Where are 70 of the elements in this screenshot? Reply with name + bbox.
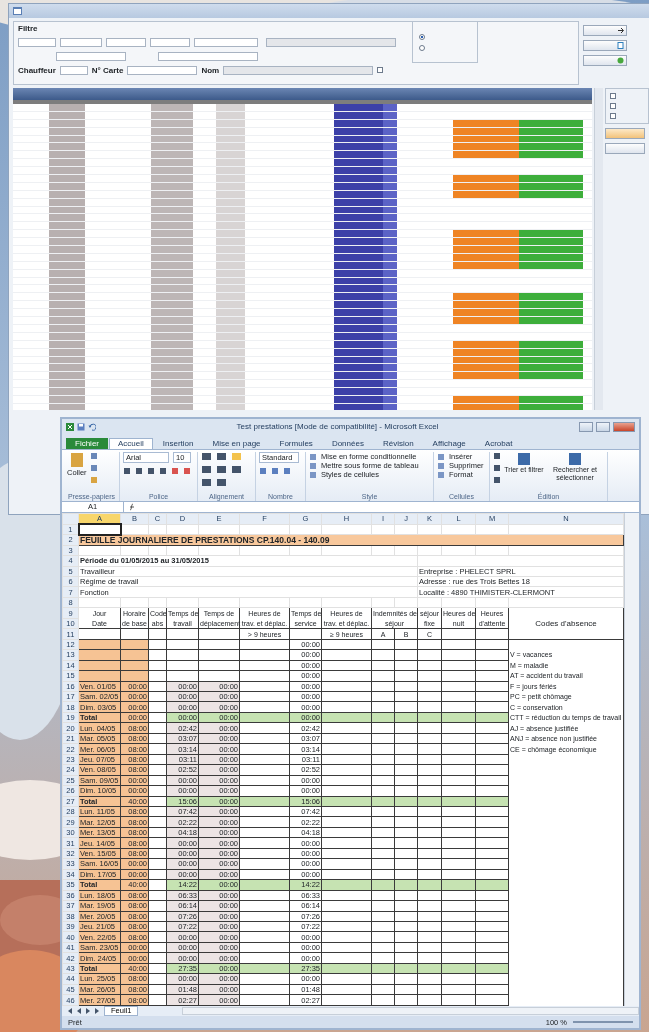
function-icon[interactable] [128, 503, 136, 511]
table-cell [78, 670, 121, 682]
checkbox[interactable] [610, 103, 617, 109]
grid-row[interactable] [13, 269, 593, 278]
ribbon-tab[interactable]: Mise en page [203, 438, 270, 449]
scrollbar[interactable] [182, 1007, 639, 1015]
minimize-button[interactable] [579, 422, 593, 432]
undo-icon[interactable] [88, 423, 96, 431]
grid-row[interactable] [13, 159, 593, 168]
document-icon [617, 42, 624, 49]
scrollbar[interactable] [624, 513, 639, 1006]
ribbon-tab[interactable]: Insertion [153, 438, 203, 449]
ribbon-tab[interactable]: Affichage [423, 438, 475, 449]
last-sheet-icon[interactable] [95, 1008, 100, 1014]
dropdown[interactable] [56, 51, 126, 61]
app-icon [66, 423, 74, 431]
grid-row[interactable] [13, 380, 593, 389]
ribbon-tab[interactable]: Révision [373, 438, 423, 449]
input-field[interactable] [59, 65, 88, 75]
first-sheet-icon[interactable] [68, 1008, 73, 1014]
checkbox[interactable] [610, 113, 617, 119]
grid-row[interactable] [13, 198, 593, 207]
grid-row[interactable] [13, 277, 593, 286]
filter-title: Filtre [18, 24, 39, 33]
field-label: Chauffeur [18, 65, 56, 75]
ribbon-tab[interactable]: Formules [270, 438, 322, 449]
field-label: Nom [201, 65, 220, 75]
toolbar-button[interactable] [583, 55, 627, 66]
sheet-title: FEUILLE JOURNALIERE DE PRESTATIONS CP.140.04 - 140.09 [78, 534, 624, 546]
checkbox[interactable] [610, 93, 617, 99]
grid-row[interactable] [13, 388, 593, 396]
close-button[interactable] [613, 422, 635, 432]
date-field[interactable] [106, 37, 146, 47]
dropdown[interactable] [194, 37, 258, 47]
ribbon-tab[interactable]: Données [322, 438, 373, 449]
date-field[interactable] [60, 37, 102, 47]
input-field[interactable] [127, 65, 198, 75]
next-sheet-icon[interactable] [86, 1008, 91, 1014]
dropdown[interactable] [158, 51, 258, 61]
time-range-field[interactable] [266, 37, 396, 47]
toolbar-button[interactable] [583, 40, 627, 51]
side-button[interactable] [605, 128, 646, 139]
arrow-icon [617, 27, 624, 34]
input-field[interactable] [223, 65, 374, 75]
field-label: N° Carte [91, 65, 124, 75]
date-field[interactable] [150, 37, 190, 47]
toolbar-button[interactable] [583, 25, 627, 36]
grid-row[interactable] [13, 111, 593, 120]
prev-sheet-icon[interactable] [77, 1008, 82, 1014]
ribbon-tab[interactable]: Acrobat [475, 438, 522, 449]
grid-row[interactable] [13, 324, 593, 333]
checkbox[interactable] [377, 67, 384, 73]
window-title: Test prestations [Mode de compatibilité] - Microsoft Excel [235, 421, 440, 433]
radio-button[interactable] [419, 44, 425, 51]
app-icon [13, 7, 22, 15]
date-field[interactable] [18, 37, 56, 47]
ribbon-tab[interactable]: Accueil [109, 438, 153, 449]
maximize-button[interactable] [596, 422, 610, 432]
table-cell [78, 660, 121, 671]
ribbon-tab[interactable]: Fichier [66, 438, 108, 449]
grid-row[interactable] [13, 206, 593, 215]
grid-row[interactable] [13, 104, 593, 112]
save-icon[interactable] [77, 423, 85, 431]
side-button[interactable] [605, 143, 646, 154]
scrollbar[interactable] [594, 88, 604, 410]
table-cell [78, 649, 121, 661]
header-cell: Codes d'absence [508, 607, 624, 640]
radio-button[interactable] [419, 33, 425, 40]
grid-row[interactable] [13, 214, 593, 223]
grid-row[interactable] [13, 332, 593, 341]
